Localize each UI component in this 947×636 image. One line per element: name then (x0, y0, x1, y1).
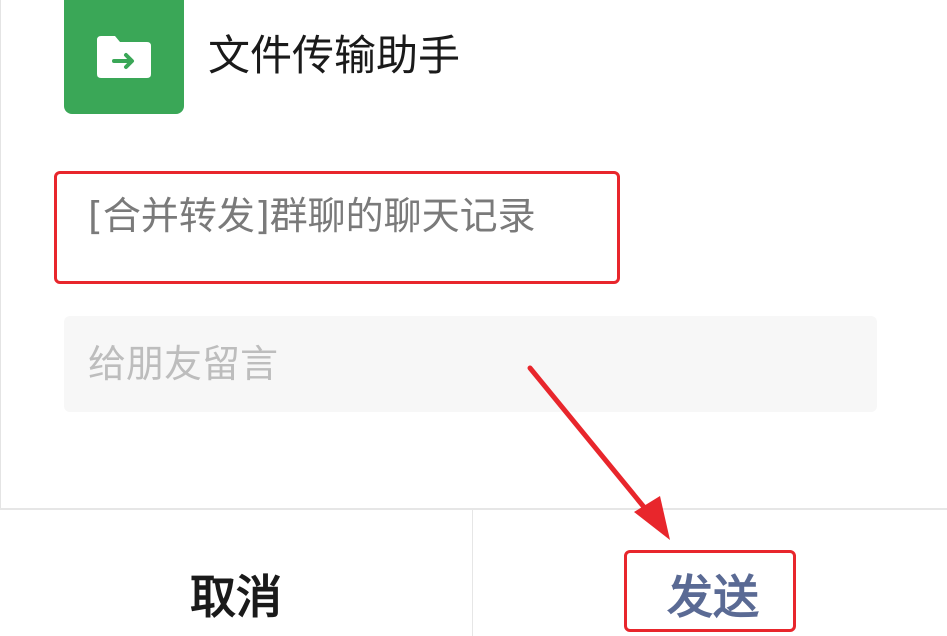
cancel-label: 取消 (190, 571, 282, 623)
recipient-avatar (64, 0, 184, 114)
forward-dialog: 文件传输助手 [合并转发]群聊的聊天记录 取消 发送 (0, 0, 947, 636)
cancel-button[interactable]: 取消 (0, 510, 472, 636)
recipient-name: 文件传输助手 (208, 31, 461, 80)
leave-message-input[interactable] (64, 316, 877, 412)
annotation-box-preview (54, 171, 620, 284)
dialog-left-border (0, 0, 1, 510)
folder-forward-icon (97, 36, 151, 78)
annotation-box-send (624, 550, 796, 632)
